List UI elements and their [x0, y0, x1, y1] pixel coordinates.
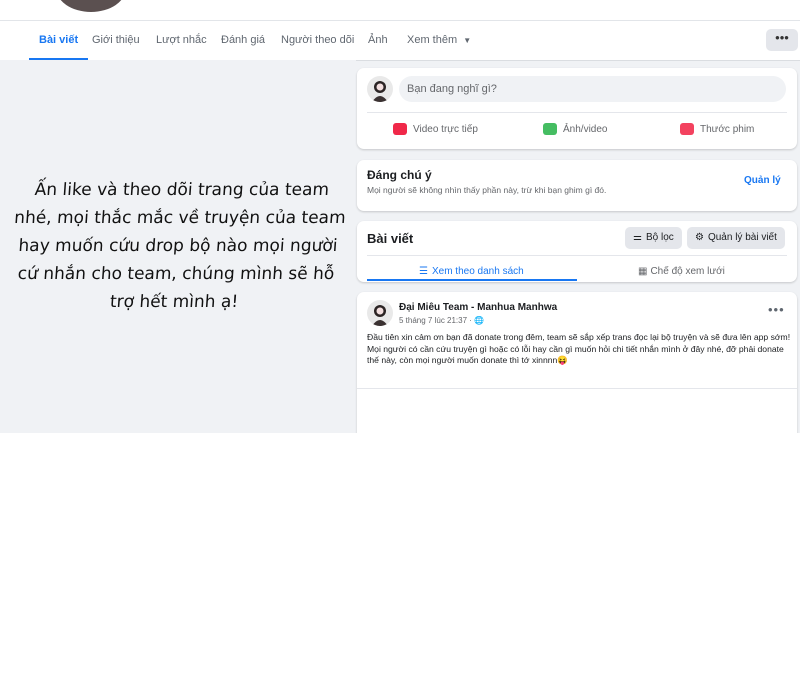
tab-reviews[interactable]: Đánh giá: [221, 21, 265, 60]
filter-icon: ⚌: [633, 232, 642, 243]
facebook-page-screenshot: Bài viết Giới thiệu Lượt nhắc Đánh giá N…: [0, 0, 800, 433]
tab-photos[interactable]: Ảnh: [368, 21, 388, 60]
photo-video-button[interactable]: Ảnh/video: [543, 120, 607, 140]
filter-label: Bộ lọc: [645, 232, 674, 243]
more-options-button[interactable]: •••: [766, 29, 798, 51]
tab-mentions[interactable]: Lượt nhắc: [156, 21, 207, 60]
post-card: Đại Miêu Team - Manhua Manhwa 5 tháng 7 …: [357, 292, 797, 433]
tab-about[interactable]: Giới thiệu: [92, 21, 140, 60]
divider: [367, 112, 787, 113]
post-media[interactable]: [415, 390, 741, 433]
tab-followers[interactable]: Người theo dõi: [281, 21, 354, 60]
page-tab-bar: Bài viết Giới thiệu Lượt nhắc Đánh giá N…: [0, 20, 800, 61]
photo-icon: [543, 123, 557, 136]
live-video-label: Video trực tiếp: [413, 124, 478, 135]
divider: [367, 255, 787, 256]
post-author-avatar[interactable]: [367, 300, 393, 326]
filter-button[interactable]: ⚌ Bộ lọc: [625, 227, 682, 249]
featured-title: Đáng chú ý: [367, 168, 432, 182]
tab-posts[interactable]: Bài viết: [28, 21, 89, 61]
grid-view-label: Chế độ xem lưới: [650, 266, 725, 277]
manage-posts-label: Quản lý bài viết: [707, 232, 777, 243]
featured-card: Đáng chú ý Mọi người sẽ không nhìn thấy …: [357, 160, 797, 211]
gear-icon: ⚙: [695, 232, 704, 243]
promo-message: Ấn like và theo dõi trang của team nhé, …: [13, 180, 347, 312]
post-menu-button[interactable]: •••: [768, 302, 785, 317]
tab-see-more[interactable]: Xem thêm ▼: [407, 21, 471, 60]
caret-down-icon: ▼: [463, 36, 472, 45]
active-view-indicator: [367, 279, 577, 281]
live-video-icon: [393, 123, 407, 136]
post-timestamp[interactable]: 5 tháng 7 lúc 21:37 · 🌐: [399, 316, 484, 325]
post-body: Đầu tiên xin cảm ơn bạn đã donate trong …: [367, 332, 791, 367]
divider: [357, 388, 797, 389]
posts-title: Bài viết: [367, 231, 414, 246]
live-video-button[interactable]: Video trực tiếp: [393, 120, 478, 140]
featured-subtitle: Mọi người sẽ không nhìn thấy phần này, t…: [367, 185, 607, 195]
post-author-name[interactable]: Đại Miêu Team - Manhua Manhwa: [399, 302, 557, 313]
list-icon: ☰: [419, 266, 428, 277]
reels-label: Thước phim: [700, 124, 755, 135]
post-time-text: 5 tháng 7 lúc 21:37 ·: [399, 316, 475, 325]
globe-icon: 🌐: [474, 316, 485, 325]
post-text-line: Mọi người có cần cứu truyện gì hoặc có l…: [367, 343, 784, 366]
posts-header-card: Bài viết ⚌ Bộ lọc ⚙ Quản lý bài viết ☰ Xem …: [357, 221, 797, 282]
reels-icon: [680, 123, 694, 136]
tab-see-more-label: Xem thêm: [407, 34, 458, 46]
post-text-line: Đầu tiên xin cảm ơn bạn đã donate trong …: [367, 332, 791, 342]
photo-video-label: Ảnh/video: [563, 124, 608, 135]
reels-button[interactable]: Thước phim: [680, 120, 754, 140]
composer-avatar[interactable]: [367, 76, 393, 102]
manage-posts-button[interactable]: ⚙ Quản lý bài viết: [687, 227, 785, 249]
post-composer: Bạn đang nghĩ gì? Video trực tiếp Ảnh/vi…: [357, 68, 797, 149]
grid-icon: ▦: [638, 266, 648, 277]
tab-grid-view[interactable]: ▦ Chế độ xem lưới: [638, 262, 725, 282]
featured-manage-link[interactable]: Quản lý: [744, 175, 781, 186]
composer-input[interactable]: Bạn đang nghĩ gì?: [399, 76, 786, 102]
list-view-label: Xem theo danh sách: [431, 266, 524, 277]
